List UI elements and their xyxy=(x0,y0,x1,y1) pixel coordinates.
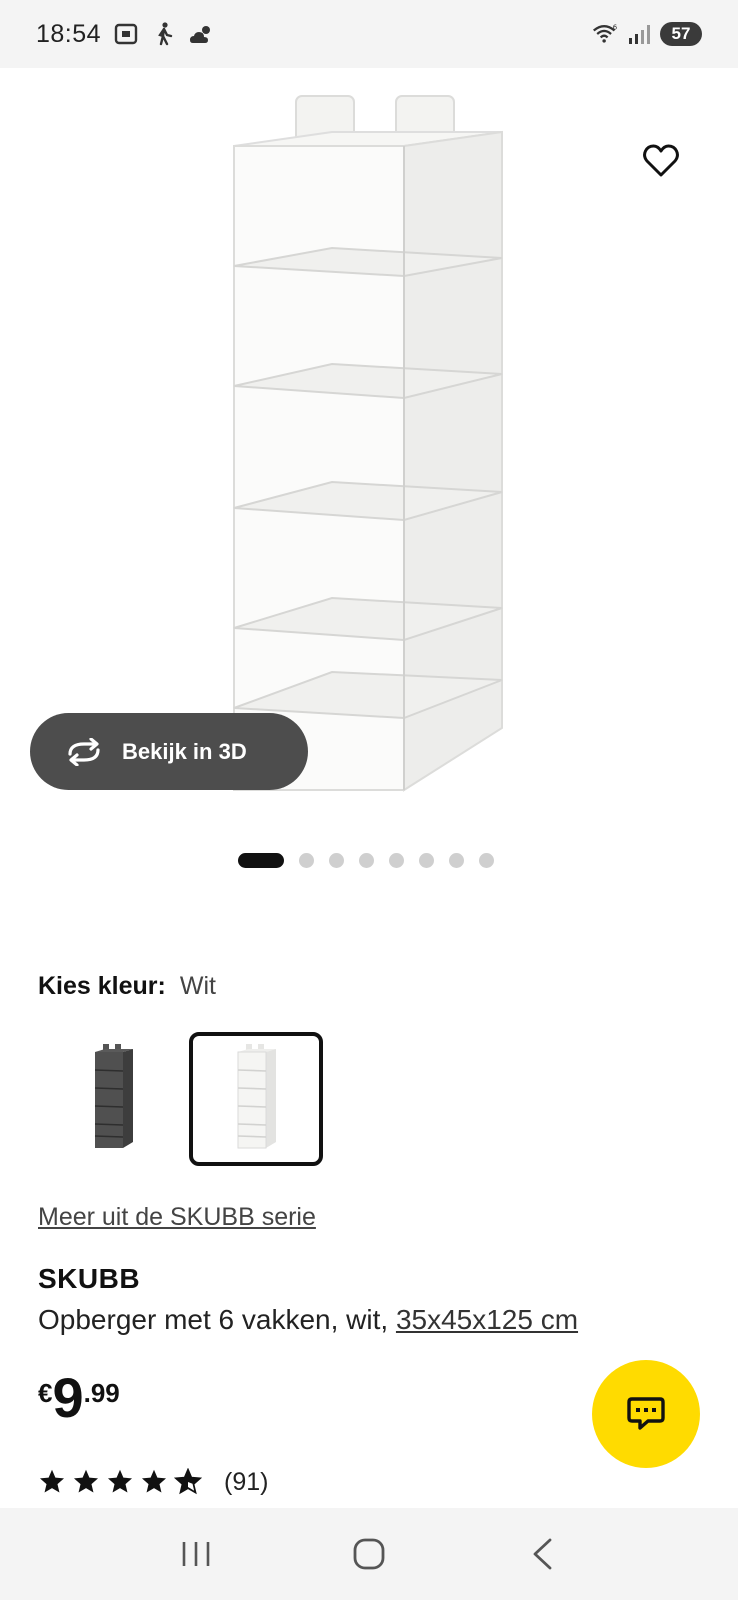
carousel-dot[interactable] xyxy=(238,852,284,868)
color-swatch-white[interactable] xyxy=(189,1032,323,1166)
walking-icon xyxy=(151,21,177,47)
series-link[interactable]: Meer uit de SKUBB serie xyxy=(38,1203,316,1232)
chat-button[interactable] xyxy=(592,1360,700,1468)
svg-text:6: 6 xyxy=(613,24,617,32)
home-icon xyxy=(353,1538,385,1570)
price-main: 9 xyxy=(52,1366,84,1429)
heart-icon xyxy=(643,144,679,177)
carousel-dot[interactable] xyxy=(479,852,494,868)
product-description: Opberger met 6 vakken, wit, 35x45x125 cm xyxy=(38,1304,578,1336)
product-image-carousel[interactable]: Bekijk in 3D xyxy=(0,68,738,828)
star-icon xyxy=(106,1468,134,1496)
system-nav-bar xyxy=(0,1508,738,1600)
back-button[interactable] xyxy=(512,1524,572,1584)
color-value: Wit xyxy=(179,972,216,1000)
chat-icon xyxy=(627,1397,665,1430)
weather-icon xyxy=(189,21,215,47)
product-name: SKUBB xyxy=(38,1263,141,1294)
product-description-text: Opberger met 6 vakken, wit, xyxy=(38,1304,389,1335)
star-icon xyxy=(140,1468,168,1496)
wifi-icon: 6 xyxy=(592,21,618,47)
status-left: 18:54 xyxy=(36,20,215,49)
favorite-button[interactable] xyxy=(638,138,684,184)
product-page: 18:54 6 57 Bekijk in 3D Kies kleur: Wit … xyxy=(0,0,738,1600)
view-3d-button[interactable]: Bekijk in 3D xyxy=(30,713,308,790)
carousel-dot[interactable] xyxy=(449,852,464,868)
carousel-dot[interactable] xyxy=(389,852,404,868)
carousel-dot[interactable] xyxy=(359,852,374,868)
battery-indicator: 57 xyxy=(660,22,702,46)
status-bar: 18:54 6 57 xyxy=(0,0,738,68)
swatch-image-dark-grey xyxy=(94,1044,133,1148)
carousel-dot[interactable] xyxy=(419,852,434,868)
star-half-icon xyxy=(174,1468,202,1496)
price-cents: .99 xyxy=(83,1378,120,1408)
color-swatch-dark-grey[interactable] xyxy=(46,1032,180,1166)
signal-icon xyxy=(626,21,652,47)
home-button[interactable] xyxy=(339,1524,399,1584)
swatch-image-white xyxy=(237,1044,276,1149)
product-price: € 9 .99 xyxy=(38,1368,120,1428)
recents-button[interactable] xyxy=(166,1524,226,1584)
product-rating[interactable]: (91) xyxy=(38,1468,268,1496)
star-icon xyxy=(38,1468,66,1496)
carousel-dot[interactable] xyxy=(329,852,344,868)
rotate-icon xyxy=(68,737,100,766)
back-icon xyxy=(533,1538,552,1570)
screenshot-icon xyxy=(113,21,139,47)
color-label: Kies kleur: xyxy=(38,972,166,1000)
rating-count: (91) xyxy=(224,1467,269,1496)
carousel-dot[interactable] xyxy=(299,852,314,868)
price-currency: € xyxy=(38,1378,53,1408)
status-time: 18:54 xyxy=(36,19,102,48)
color-chooser-label: Kies kleur: Wit xyxy=(38,972,216,1001)
status-right: 6 57 xyxy=(592,21,702,47)
carousel-pagination xyxy=(238,852,494,868)
view-3d-label: Bekijk in 3D xyxy=(122,738,247,764)
product-dimensions-link[interactable]: 35x45x125 cm xyxy=(396,1304,578,1335)
star-icon xyxy=(72,1468,100,1496)
recents-icon xyxy=(183,1542,210,1566)
